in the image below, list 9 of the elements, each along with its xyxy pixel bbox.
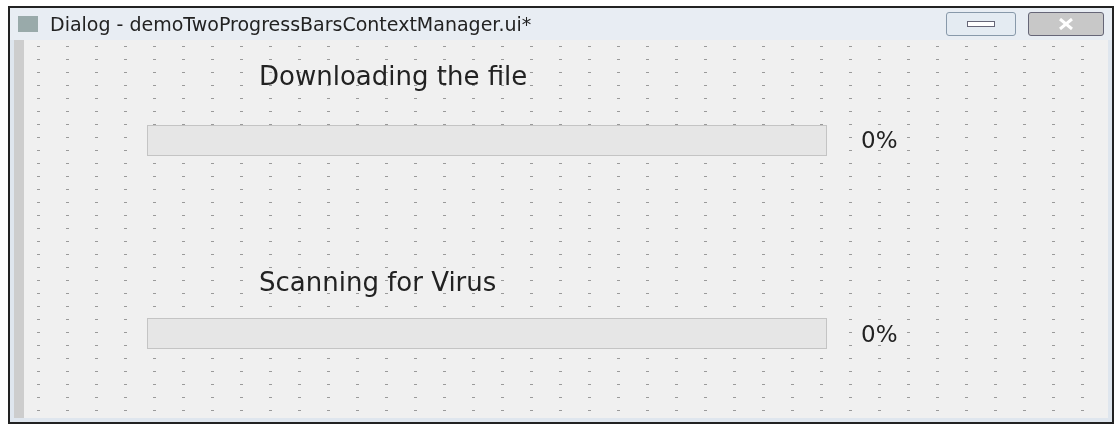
app-icon	[18, 16, 38, 32]
percent-label: 0%	[861, 126, 898, 155]
close-button[interactable]	[1028, 12, 1104, 36]
percent-label: 0%	[861, 319, 898, 349]
window-title: Dialog - demoTwoProgressBarsContextManager.ui*	[50, 11, 532, 37]
minimize-button[interactable]	[946, 12, 1016, 36]
close-icon	[1058, 18, 1074, 30]
task-label: Scanning for Virus	[259, 266, 497, 299]
task-label: Downloading the file	[259, 59, 528, 93]
